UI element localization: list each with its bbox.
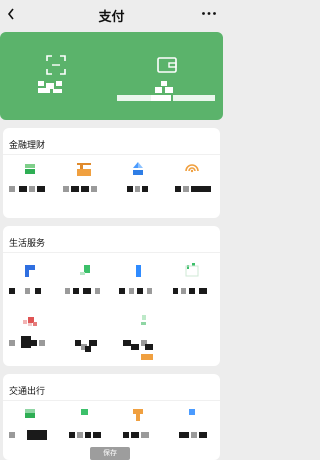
more-icon[interactable] (201, 11, 217, 16)
hotel-icon (189, 409, 195, 415)
tile-label (115, 432, 161, 440)
life-tile-1[interactable] (3, 262, 57, 312)
life-tile-2[interactable] (57, 262, 111, 312)
tile-label (169, 432, 215, 440)
plane-icon (133, 409, 143, 421)
section-title: 交通出行 (9, 386, 46, 396)
page-title: 支付 (98, 9, 125, 24)
water-icon (136, 265, 141, 277)
life-tile-3[interactable] (111, 262, 165, 312)
life-services-section: 生活服务 (3, 226, 220, 366)
section-title: 金融理财 (9, 140, 46, 150)
charity-icon (23, 317, 37, 326)
health-icon (141, 315, 146, 325)
transport-tile-1[interactable] (3, 406, 57, 456)
phone-icon (25, 265, 35, 277)
finance-tile-4[interactable] (165, 160, 219, 210)
tile-label (115, 186, 161, 194)
signal-icon (185, 164, 199, 173)
tile-label (7, 288, 53, 296)
save-button[interactable]: 保存 (90, 447, 130, 460)
finance-tile-2[interactable] (57, 160, 111, 210)
finance-tile-1[interactable] (3, 160, 57, 210)
transport-tile-4[interactable] (165, 406, 219, 456)
life-tile-4[interactable] (165, 262, 219, 312)
life-tile-5[interactable] (3, 314, 57, 364)
tile-label (61, 186, 107, 194)
receive-payment-button[interactable] (0, 54, 111, 114)
finance-tile-3[interactable] (111, 160, 165, 210)
tile-label (7, 336, 53, 348)
wallet-icon (77, 163, 91, 176)
life-tile-6[interactable] (57, 314, 111, 364)
scan-icon (46, 55, 66, 75)
shield-icon (133, 162, 143, 175)
wallet-button[interactable] (111, 54, 222, 114)
tile-label (115, 288, 161, 296)
utility-icon (80, 265, 90, 275)
tile-label (7, 430, 53, 440)
card-icon (25, 164, 35, 174)
wallet-icon (157, 57, 177, 73)
life-tile-7[interactable] (111, 314, 165, 364)
tile-label (7, 186, 53, 194)
hospital-icon (185, 263, 199, 277)
finance-section: 金融理财 (3, 128, 220, 218)
train-icon (25, 409, 35, 418)
tile-label (115, 340, 161, 360)
payment-hero-card (0, 32, 223, 120)
tile-label (61, 288, 107, 296)
top-bar: 支付 (0, 0, 223, 30)
tile-label (169, 186, 215, 194)
tile-label (61, 432, 107, 440)
section-title: 生活服务 (9, 238, 46, 248)
tile-label (169, 288, 215, 296)
tile-label (61, 340, 107, 352)
car-icon (81, 409, 88, 415)
